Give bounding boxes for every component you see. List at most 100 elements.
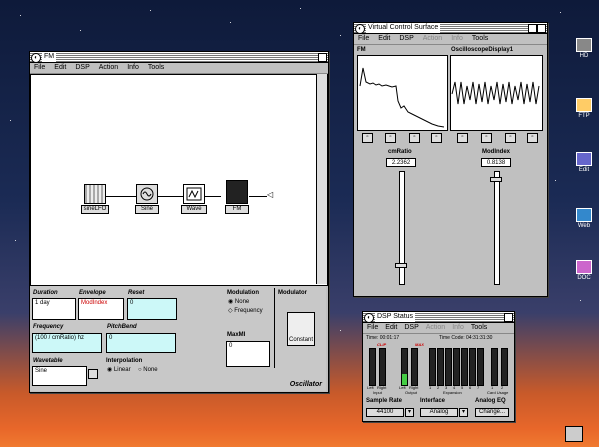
trash-icon[interactable]: [565, 426, 583, 442]
sample-rate-label: Sample Rate: [366, 398, 403, 404]
menu-file[interactable]: File: [358, 34, 369, 44]
expansion-meter-7: [477, 348, 484, 386]
interface-select[interactable]: Analog: [420, 408, 458, 417]
timecode: Time Code: 04:31:31:30: [439, 335, 493, 341]
node-sine[interactable]: Sine: [135, 184, 159, 214]
menu-edit[interactable]: Edit: [54, 63, 66, 73]
scope-zoom-out-button[interactable]: ▫: [457, 133, 468, 143]
web-icon[interactable]: Web: [573, 208, 595, 229]
scrollbar-vertical[interactable]: [316, 74, 327, 284]
vcs-titlebar[interactable]: ◐ Virtual Control Surface: [354, 23, 547, 34]
zoom-box[interactable]: [528, 24, 537, 33]
modulator-panel: Modulator Constant: [274, 288, 325, 368]
menu-dsp[interactable]: DSP: [399, 34, 413, 44]
change-eq-button[interactable]: Change...: [475, 408, 509, 417]
close-box[interactable]: [537, 24, 546, 33]
menu-tools[interactable]: Tools: [471, 323, 487, 333]
vcs-window[interactable]: ◐ Virtual Control Surface File Edit DSP …: [353, 22, 548, 297]
close-box[interactable]: [318, 53, 327, 62]
reset-field[interactable]: 0: [127, 298, 177, 320]
edit-app-icon[interactable]: Edit: [573, 152, 595, 173]
app-icon: ◐: [355, 24, 365, 34]
modindex-slider-thumb[interactable]: [490, 177, 502, 182]
interface-arrow-button[interactable]: ▾: [459, 408, 468, 417]
patch-canvas[interactable]: sineLFO Sine Wave FM ◁: [30, 74, 328, 286]
cmratio-value-field[interactable]: 2.2362: [386, 158, 416, 167]
menu-file[interactable]: File: [34, 63, 45, 73]
dsp-titlebar[interactable]: ◐ DSP Status: [363, 312, 514, 323]
expansion-meter-6: [469, 348, 476, 386]
cmratio-label: cmRatio: [388, 149, 412, 155]
fm-window[interactable]: ◐ FM File Edit DSP Action Info Tools sin…: [29, 51, 329, 393]
modindex-slider-track[interactable]: [494, 171, 500, 285]
window-title: Virtual Control Surface: [366, 23, 441, 33]
sample-rate-select[interactable]: 44100: [366, 408, 404, 417]
scope-zoom-in-button[interactable]: ▫: [481, 133, 492, 143]
menu-tools[interactable]: Tools: [148, 63, 164, 73]
close-box[interactable]: [504, 313, 513, 322]
pitchbend-label: PitchBend: [107, 324, 137, 330]
oscilloscope-display: [450, 55, 543, 131]
mod-frequency-radio[interactable]: ◇ Frequency: [228, 308, 263, 315]
scope-freeze-button[interactable]: ▫: [527, 133, 538, 143]
menu-info[interactable]: Info: [452, 323, 464, 333]
hard-drive-icon[interactable]: HD: [573, 38, 595, 59]
menu-edit[interactable]: Edit: [385, 323, 397, 333]
display-controls-row: ▫ ▫ ▫ ▫ ▫ ▫ ▫ ▫: [357, 133, 543, 145]
pitchbend-field[interactable]: 0: [106, 333, 176, 353]
frequency-field[interactable]: (100 / cmRatio) hz: [32, 333, 102, 353]
interp-linear-radio[interactable]: ◉ Linear: [107, 367, 131, 374]
menu-file[interactable]: File: [367, 323, 378, 333]
card-usage-meter-1: [491, 348, 498, 386]
module-type-label: Oscillator: [289, 381, 322, 388]
mod-none-radio[interactable]: ◉ None: [228, 299, 249, 306]
envelope-field[interactable]: ModIndex: [78, 298, 124, 320]
sample-rate-arrow-button[interactable]: ▾: [405, 408, 414, 417]
input-left-meter: [369, 348, 376, 386]
menu-action[interactable]: Action: [99, 63, 118, 73]
analog-eq-label: Analog EQ: [475, 398, 506, 404]
envelope-label: Envelope: [79, 290, 106, 296]
doc-icon[interactable]: DOC: [573, 260, 595, 281]
menu-edit[interactable]: Edit: [378, 34, 390, 44]
modindex-label: ModIndex: [482, 149, 510, 155]
duration-field[interactable]: 1 day: [32, 298, 76, 320]
wavetable-picker-button[interactable]: [88, 369, 98, 379]
input-label: Input: [373, 390, 382, 395]
ftp-icon[interactable]: FTP: [573, 98, 595, 119]
menu-action[interactable]: Action: [423, 34, 442, 44]
freeze-button[interactable]: ▫: [431, 133, 442, 143]
constant-button[interactable]: Constant: [287, 312, 315, 346]
zoom-out-button[interactable]: ▫: [362, 133, 373, 143]
node-fm[interactable]: FM: [225, 180, 249, 214]
menu-action[interactable]: Action: [426, 323, 445, 333]
maxmi-field[interactable]: 0: [226, 341, 270, 367]
menu-info[interactable]: Info: [127, 63, 139, 73]
menu-dsp[interactable]: DSP: [75, 63, 89, 73]
elapsed-time: Time: 00:01:17: [366, 335, 400, 341]
menu-info[interactable]: Info: [451, 34, 463, 44]
dsp-menubar: File Edit DSP Action Info Tools: [363, 323, 514, 334]
dsp-status-window[interactable]: ◐ DSP Status File Edit DSP Action Info T…: [362, 311, 515, 422]
node-wave[interactable]: Wave: [181, 184, 207, 214]
output-left-meter: [401, 348, 408, 386]
fm-node-icon: [226, 180, 248, 204]
cmratio-slider-thumb[interactable]: [395, 263, 407, 268]
zoom-in-button[interactable]: ▫: [385, 133, 396, 143]
max-indicator: MAX: [415, 342, 424, 347]
expansion-label: Expansion: [443, 390, 462, 395]
interpolation-label: Interpolation: [106, 358, 143, 364]
menu-dsp[interactable]: DSP: [404, 323, 418, 333]
wavetable-field[interactable]: Sine: [32, 366, 87, 386]
modindex-value-field[interactable]: 0.8138: [481, 158, 511, 167]
node-sinelfo[interactable]: sineLFO: [81, 184, 109, 214]
speaker-icon[interactable]: ◁: [267, 191, 273, 199]
output-label: Output: [405, 390, 418, 395]
fm-titlebar[interactable]: ◐ FM: [30, 52, 328, 63]
expansion-meter-1: [429, 348, 436, 386]
scale-button[interactable]: ▫: [409, 133, 420, 143]
menu-tools[interactable]: Tools: [472, 34, 488, 44]
interp-none-radio[interactable]: ○ None: [138, 367, 158, 374]
wave-icon: [183, 184, 205, 204]
scope-scale-button[interactable]: ▫: [505, 133, 516, 143]
